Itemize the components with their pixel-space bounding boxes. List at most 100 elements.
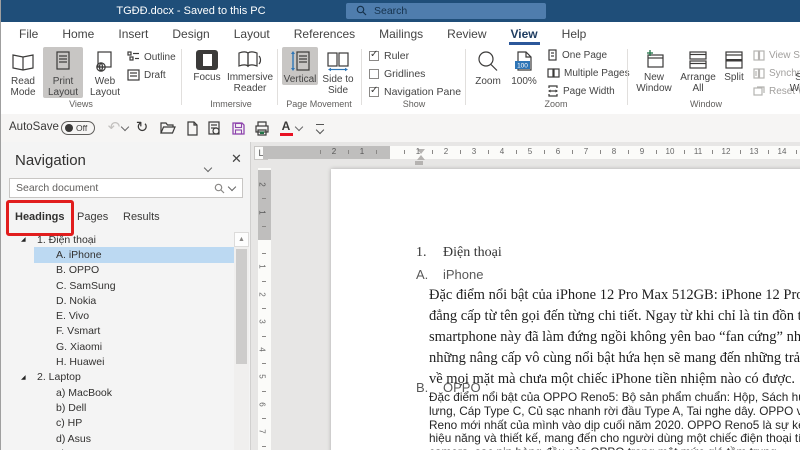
ruler-tick [628,150,629,154]
ruler-number: 6 [258,402,267,406]
gridlines-checkbox[interactable]: Gridlines [369,68,425,80]
new-document-button[interactable] [183,119,201,137]
nav-tree-item[interactable]: d) Asus [1,431,234,446]
immersive-reader-button[interactable]: Immersive Reader [227,47,273,94]
autosave-toggle[interactable]: Off [61,121,95,135]
arrange-all-button[interactable]: Arrange All [677,47,719,94]
tab-references[interactable]: References [282,22,367,45]
ruler-number: 1 [258,264,267,268]
tree-scrollbar[interactable]: ▲ [234,232,249,450]
page-width-button[interactable]: Page Width [547,85,615,97]
nav-tree-item[interactable]: G. Xiaomi [1,339,234,354]
document-page[interactable]: 1. Điện thoại A. iPhone Đặc điểm nổi bật… [331,169,800,450]
tab-view[interactable]: View [499,22,550,45]
undo-dropdown[interactable] [121,119,129,137]
indent-marker-left[interactable] [415,161,423,165]
document-text-line[interactable]: Reno mới nhất của mình vào dịp cuối năm … [429,419,800,433]
customize-toolbar-button[interactable] [311,119,329,137]
tab-results[interactable]: Results [123,211,160,223]
search-dropdown-icon[interactable] [228,183,236,191]
tab-insert[interactable]: Insert [106,22,160,45]
heading-a-iphone[interactable]: A. iPhone [416,267,483,282]
heading-1[interactable]: 1. Điện thoại [416,245,502,261]
zoom-button[interactable]: Zoom [471,47,505,87]
tab-layout[interactable]: Layout [222,22,282,45]
switch-windows-button[interactable]: Switch Windows [787,47,800,94]
tab-review[interactable]: Review [435,22,498,45]
print-preview-button[interactable] [205,119,223,137]
font-color-button[interactable]: A [277,119,295,137]
document-text-line[interactable]: smartphone này đã làm đứng ngồi không yê… [429,327,800,348]
one-page-button[interactable]: One Page [547,49,607,61]
document-text-line[interactable]: về mọi mặt mà chưa một chiếc iPhone tiền… [429,369,800,390]
multiple-pages-icon [547,67,560,79]
document-text-line[interactable]: Đặc điểm nổi bật của iPhone 12 Pro Max 5… [429,285,800,306]
tab-help[interactable]: Help [550,22,599,45]
web-layout-button[interactable]: Web Layout [85,47,125,98]
draft-button[interactable]: Draft [127,69,166,81]
nav-tree-item[interactable]: e) A [1,446,234,450]
nav-tree-item[interactable]: B. OPPO [1,263,234,278]
nav-tree-item[interactable]: D. Nokia [1,293,234,308]
vertical-button[interactable]: Vertical [282,47,318,85]
nav-tree-item[interactable]: A. iPhone [34,247,234,262]
scroll-up-arrow[interactable]: ▲ [234,232,249,247]
read-mode-button[interactable]: Read Mode [5,47,41,98]
nav-tree-item[interactable]: c) HP [1,416,234,431]
nav-tree-item[interactable]: F. Vsmart [1,324,234,339]
document-text-line[interactable]: Đặc điểm nổi bật của OPPO Reno5: Bộ sản … [429,391,800,405]
save-button[interactable] [229,119,247,137]
side-to-side-button[interactable]: Side to Side [320,47,356,96]
tab-pages[interactable]: Pages [77,211,108,223]
tab-mailings[interactable]: Mailings [367,22,435,45]
nav-tree-item[interactable]: E. Vivo [1,308,234,323]
tab-home[interactable]: Home [50,22,106,45]
zoom-100-button[interactable]: 100 100% [507,47,541,87]
titlebar-search[interactable]: Search [346,3,546,19]
customize-toolbar-icon [316,124,324,133]
nav-tree-item[interactable]: a) MacBook [1,385,234,400]
document-text-line[interactable]: đẳng cấp từ tên gọi đến từng chi tiết. N… [429,306,800,327]
nav-tree-item[interactable]: ◢1. Điện thoại [1,232,234,247]
paragraph-oppo[interactable]: Đặc điểm nổi bật của OPPO Reno5: Bộ sản … [429,391,800,450]
nav-tree-item-label: G. Xiaomi [56,341,102,353]
open-folder-icon [160,121,176,135]
navigation-search-box[interactable]: Search document [9,178,243,198]
font-color-dropdown[interactable] [295,119,303,137]
print-button[interactable] [253,119,271,137]
ruler-checkbox[interactable]: Ruler [369,50,409,62]
tab-design[interactable]: Design [160,22,221,45]
document-text-line[interactable]: hiệu năng và thiết kế, mang đến cho ngườ… [429,432,800,446]
print-layout-button[interactable]: Print Layout [43,47,83,98]
navigation-pane-checkbox[interactable]: Navigation Pane [369,86,461,98]
split-button[interactable]: Split [719,47,749,83]
tab-file[interactable]: File [7,22,50,45]
multiple-pages-button[interactable]: Multiple Pages [547,67,630,79]
document-text-line[interactable]: những nâng cấp vô cùng nổi bật hứa hẹn s… [429,348,800,369]
synchronous-scrolling-icon [753,68,765,79]
open-button[interactable] [159,119,177,137]
horizontal-ruler[interactable]: 211234567891011121314 [251,146,800,160]
ruler-number: 3 [258,319,267,323]
focus-button[interactable]: Focus [189,47,225,83]
nav-tree-item[interactable]: ◢2. Laptop [1,370,234,385]
navigation-options-dropdown[interactable] [205,158,211,176]
expand-triangle-icon[interactable]: ◢ [21,374,26,381]
navigation-close-button[interactable]: ✕ [231,151,242,167]
reset-window-position-icon [753,86,765,97]
outline-button[interactable]: Outline [127,51,176,63]
document-text-line[interactable]: camera, sạc pin hàng đầu của OPPO trong … [429,446,800,450]
window-group-label: Window [651,99,761,109]
search-icon [214,183,225,194]
scrollbar-thumb[interactable] [236,249,247,364]
vertical-ruler[interactable]: 211234567 [258,168,271,450]
nav-tree-item[interactable]: C. SamSung [1,278,234,293]
nav-tree-item[interactable]: b) Dell [1,400,234,415]
paragraph-iphone[interactable]: Đặc điểm nổi bật của iPhone 12 Pro Max 5… [429,285,800,390]
new-window-button[interactable]: New Window [633,47,675,94]
redo-button[interactable]: ↻ [133,119,151,137]
expand-triangle-icon[interactable]: ◢ [21,236,26,243]
ruler-number: 3 [472,147,476,156]
document-text-line[interactable]: lưng, Cáp Type C, Củ sạc nhanh rời đầu T… [429,405,800,419]
nav-tree-item[interactable]: H. Huawei [1,354,234,369]
